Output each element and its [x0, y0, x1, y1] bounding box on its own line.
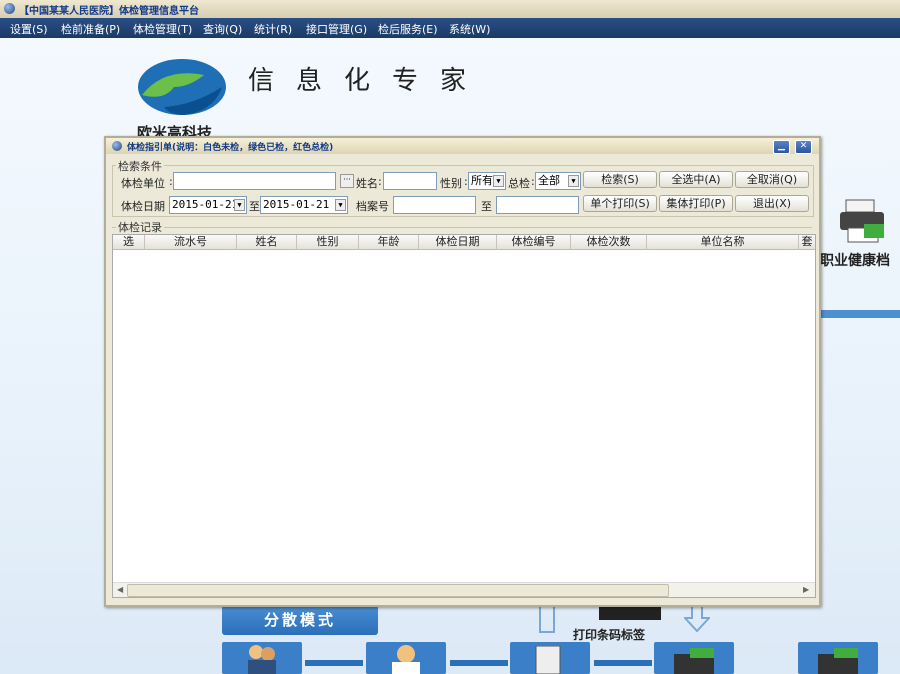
close-icon[interactable]: ✕ [795, 140, 812, 154]
batch-print-button[interactable]: 集体打印(P) [659, 195, 733, 212]
dropdown-icon[interactable]: ▼ [568, 175, 579, 187]
total-check-select[interactable]: 全部 ▼ [535, 172, 581, 190]
people-icon [248, 645, 276, 674]
scroll-right-icon[interactable]: ▶ [803, 585, 809, 594]
search-button[interactable]: 检索(S) [583, 171, 657, 188]
col-select[interactable]: 选 [113, 235, 145, 249]
dialog-icon [112, 141, 122, 151]
records-group-line [112, 227, 812, 230]
table-header: 选 流水号 姓名 性别 年龄 体检日期 体检编号 体检次数 单位名称 套 [113, 235, 815, 250]
calendar-dropdown-icon[interactable]: ▼ [335, 199, 346, 211]
col-age[interactable]: 年龄 [359, 235, 419, 249]
single-print-button[interactable]: 单个打印(S) [583, 195, 657, 212]
flow-arrow-2 [450, 660, 508, 666]
file-no-to-label: 至 [481, 200, 492, 213]
col-exam-count[interactable]: 体检次数 [571, 235, 647, 249]
menu-statistics[interactable]: 统计(R) [254, 21, 292, 37]
calendar-dropdown-icon[interactable]: ▼ [234, 199, 245, 211]
select-all-button[interactable]: 全选中(A) [659, 171, 733, 188]
dialog-titlebar: 体检指引单(说明：白色未检，绿色已检，红色总检) ▁ ✕ [106, 138, 819, 154]
print-station-icon [674, 648, 714, 674]
company-logo [138, 59, 226, 115]
horizontal-scrollbar[interactable]: ◀ ▶ [113, 582, 815, 597]
dropdown-icon[interactable]: ▼ [493, 175, 504, 187]
print-station-icon-2 [818, 648, 858, 674]
unit-input[interactable] [173, 172, 336, 190]
window-titlebar: 【中国某某人民医院】体检管理信息平台 [0, 0, 900, 18]
menu-query[interactable]: 查询(Q) [203, 21, 242, 37]
gender-label: 性别 [440, 177, 462, 190]
file-no-from-input[interactable] [393, 196, 476, 214]
scroll-left-icon[interactable]: ◀ [117, 585, 123, 594]
col-unit-name[interactable]: 单位名称 [647, 235, 799, 249]
flow-arrow-3 [594, 660, 652, 666]
total-check-value: 全部 [538, 174, 560, 187]
menu-post-service[interactable]: 检后服务(E) [378, 21, 438, 37]
date-to-value: 2015-01-21 [263, 198, 330, 211]
flow-arrow-1 [305, 660, 363, 666]
mode-label: 分散模式 [222, 605, 378, 635]
col-serial-no[interactable]: 流水号 [145, 235, 237, 249]
print-barcode-label: 打印条码标签 [573, 628, 646, 642]
decor-stripe [818, 310, 900, 318]
scroll-thumb[interactable] [127, 584, 669, 597]
total-check-label: 总检 [508, 177, 530, 190]
menu-interface[interactable]: 接口管理(G) [306, 21, 367, 37]
menu-pre-check[interactable]: 检前准备(P) [61, 21, 120, 37]
brand-slogan: 信息化专家 [248, 66, 489, 96]
file-no-to-input[interactable] [496, 196, 579, 214]
exam-date-label: 体检日期 [121, 200, 165, 213]
col-package[interactable]: 套 [799, 235, 815, 249]
search-criteria-label: 检索条件 [116, 158, 164, 174]
menu-bar: 设置(S) 检前准备(P) 体检管理(T) 查询(Q) 统计(R) 接口管理(G… [0, 18, 900, 38]
clipboard-icon [535, 646, 561, 674]
col-exam-date[interactable]: 体检日期 [419, 235, 497, 249]
gender-value: 所有 [471, 174, 493, 187]
name-label: 姓名 [356, 177, 378, 190]
minimize-icon[interactable]: ▁ [773, 140, 790, 154]
menu-settings[interactable]: 设置(S) [10, 21, 48, 37]
dialog-title: 体检指引单(说明：白色未检，绿色已检，红色总检) [127, 143, 334, 153]
ellipsis-icon[interactable]: ··· [340, 174, 354, 188]
col-name[interactable]: 姓名 [237, 235, 297, 249]
gender-select[interactable]: 所有 ▼ [468, 172, 506, 190]
window-title: 【中国某某人民医院】体检管理信息平台 [19, 6, 199, 17]
menu-system[interactable]: 系统(W) [449, 21, 490, 37]
deselect-all-button[interactable]: 全取消(Q) [735, 171, 809, 188]
records-label: 体检记录 [116, 219, 164, 235]
col-gender[interactable]: 性别 [297, 235, 359, 249]
records-table[interactable]: 选 流水号 姓名 性别 年龄 体检日期 体检编号 体检次数 单位名称 套 ◀ ▶ [112, 234, 816, 598]
printer-icon [840, 199, 884, 243]
date-to-label: 至 [249, 200, 260, 213]
date-to-input[interactable]: 2015-01-21 ▼ [260, 196, 348, 214]
name-input[interactable] [383, 172, 437, 190]
doctor-icon [392, 645, 420, 674]
unit-label: 体检单位 [121, 177, 165, 190]
app-icon [4, 3, 15, 14]
date-from-input[interactable]: 2015-01-21 ▼ [169, 196, 247, 214]
exam-guide-dialog: 体检指引单(说明：白色未检，绿色已检，红色总检) ▁ ✕ 检索条件 体检单位 :… [104, 136, 821, 607]
file-no-label: 档案号 [356, 200, 389, 213]
date-from-value: 2015-01-21 [172, 198, 239, 211]
col-exam-no[interactable]: 体检编号 [497, 235, 571, 249]
name-colon: : [378, 175, 382, 188]
occupational-health-label: 职业健康档 [820, 253, 890, 269]
menu-exam-management[interactable]: 体检管理(T) [133, 21, 192, 37]
exit-button[interactable]: 退出(X) [735, 195, 809, 212]
